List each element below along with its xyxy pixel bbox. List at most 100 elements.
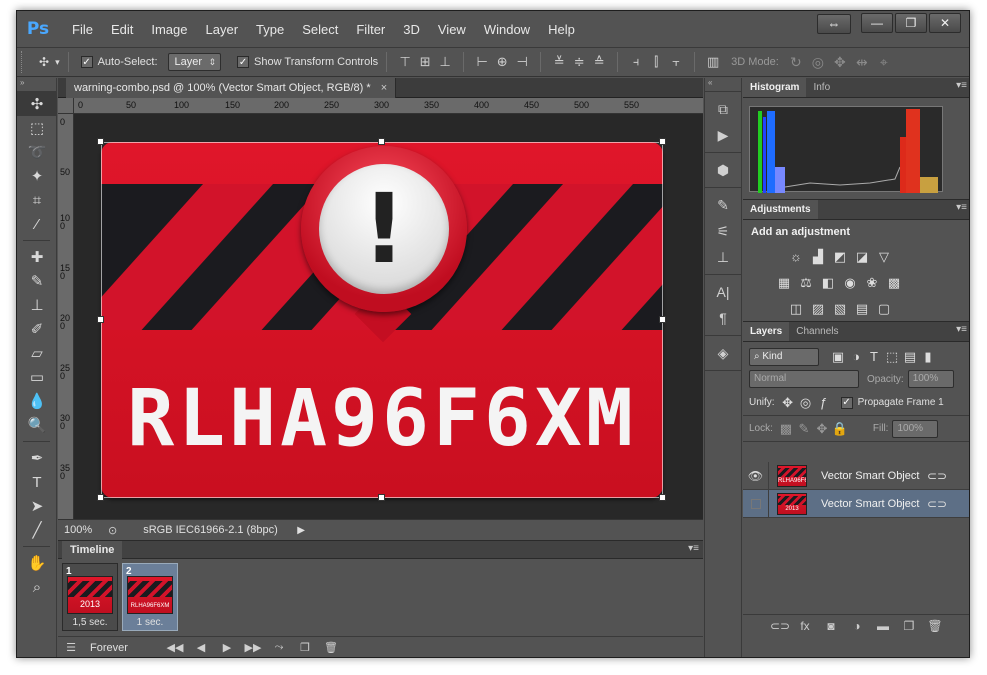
auto-select-target-dropdown[interactable]: Layer — [167, 53, 222, 71]
tab-channels[interactable]: Channels — [789, 322, 845, 341]
adjustment-layer-icon[interactable]: ◑ — [848, 619, 866, 633]
panel-menu-icon[interactable]: ▾≡ — [956, 202, 967, 213]
menu-help[interactable]: Help — [539, 22, 584, 37]
next-frame-icon[interactable]: ▶▶ — [240, 641, 266, 654]
history-brush-tool[interactable]: ✐ — [17, 317, 57, 341]
distribute-bottom-icon[interactable]: ≙ — [589, 52, 609, 72]
align-right-edges-icon[interactable]: ⊣ — [512, 52, 532, 72]
layer-item-2[interactable]: 2013 Vector Smart Object ⊂⊃ — [743, 489, 969, 518]
convert-timeline-icon[interactable]: ☰ — [58, 641, 84, 654]
align-bottom-edges-icon[interactable]: ⊥ — [435, 52, 455, 72]
menu-window[interactable]: Window — [475, 22, 539, 37]
filter-toggle-icon[interactable]: ▮ — [919, 348, 937, 366]
threshold-icon[interactable]: ▧ — [831, 300, 849, 318]
exposure-icon[interactable]: ◪ — [853, 248, 871, 266]
eraser-tool[interactable]: ▱ — [17, 341, 57, 365]
character-panel-icon[interactable]: A| — [705, 279, 741, 305]
crop-tool[interactable]: ⌗ — [17, 188, 57, 212]
menu-view[interactable]: View — [429, 22, 475, 37]
filter-adjustment-icon[interactable]: ◑ — [847, 348, 865, 366]
eye-hidden-icon[interactable] — [743, 489, 769, 518]
channel-mixer-icon[interactable]: ❀ — [863, 274, 881, 292]
lock-pixels-icon[interactable]: ✎ — [795, 420, 813, 438]
3d-panel-icon[interactable]: ⬢ — [705, 157, 741, 183]
tab-info[interactable]: Info — [806, 78, 837, 97]
lock-all-icon[interactable]: 🔒 — [831, 420, 849, 438]
curves-icon[interactable]: ◩ — [831, 248, 849, 266]
fill-field[interactable]: 100% — [892, 419, 939, 438]
gradient-map-icon[interactable]: ▤ — [853, 300, 871, 318]
maximize-button[interactable]: ❐ — [895, 13, 927, 33]
filter-kind-dropdown[interactable]: ⌕ Kind — [749, 348, 819, 366]
photo-filter-icon[interactable]: ◉ — [841, 274, 859, 292]
eye-icon[interactable]: 👁 — [743, 461, 769, 490]
distribute-top-icon[interactable]: ≚ — [549, 52, 569, 72]
distribute-left-icon[interactable]: ⫞ — [626, 52, 646, 72]
tab-histogram[interactable]: Histogram — [743, 78, 807, 97]
history-panel-icon[interactable]: ⧉ — [705, 96, 741, 122]
animation-frame-1[interactable]: 1 2013 1,5 sec. — [62, 563, 118, 631]
status-menu-arrow-icon[interactable]: ▶ — [297, 525, 305, 536]
transform-handle-top-left[interactable] — [97, 138, 104, 145]
distribute-right-icon[interactable]: ⫟ — [666, 52, 686, 72]
distribute-center-icon[interactable]: ≑ — [569, 52, 589, 72]
filter-type-icon[interactable]: T — [865, 348, 883, 366]
new-layer-icon[interactable]: ❐ — [900, 619, 918, 633]
align-horizontal-centers-icon[interactable]: ⊕ — [492, 52, 512, 72]
canvas[interactable]: ! RLHA96F6XM — [74, 114, 703, 519]
menu-filter[interactable]: Filter — [347, 22, 394, 37]
shape-tool[interactable]: ╱ — [17, 518, 57, 542]
unify-visibility-icon[interactable]: ◎ — [797, 394, 815, 412]
invert-icon[interactable]: ◫ — [787, 300, 805, 318]
move-tool-preset[interactable]: ✣ ▾ — [39, 55, 60, 69]
layer-style-icon[interactable]: fx — [796, 619, 814, 633]
transform-handle-bottom-left[interactable] — [97, 494, 104, 501]
transform-handle-right[interactable] — [659, 316, 666, 323]
layer-item-1[interactable]: 👁 RLHA96F6XM Vector Smart Object ⊂⊃ — [743, 461, 969, 490]
path-selection-tool[interactable]: ➤ — [17, 494, 57, 518]
type-tool[interactable]: T — [17, 470, 57, 494]
lasso-tool[interactable]: ➰ — [17, 140, 57, 164]
clone-source-icon[interactable]: ⊥ — [705, 244, 741, 270]
dodge-tool[interactable]: 🔍 — [17, 413, 57, 437]
move-tool[interactable]: ✣ — [17, 92, 57, 116]
actions-panel-icon[interactable]: ▶ — [705, 122, 741, 148]
close-tab-icon[interactable]: × — [381, 82, 387, 94]
frame-delay-dropdown[interactable]: 1,5 sec. — [63, 617, 117, 628]
levels-icon[interactable]: ▟ — [809, 248, 827, 266]
minimize-button[interactable]: — — [861, 13, 893, 33]
marquee-tool[interactable]: ⬚ — [17, 116, 57, 140]
panel-menu-icon[interactable]: ▾≡ — [956, 324, 967, 335]
clone-stamp-tool[interactable]: ⊥ — [17, 293, 57, 317]
vertical-ruler[interactable]: 0 50 100 150 200 250 300 350 — [58, 114, 74, 519]
document-tab[interactable]: warning-combo.psd @ 100% (Vector Smart O… — [66, 78, 397, 98]
menu-type[interactable]: Type — [247, 22, 293, 37]
healing-brush-tool[interactable]: ✚ — [17, 245, 57, 269]
arrange-documents-button[interactable]: ⇔ — [817, 14, 851, 34]
hand-tool[interactable]: ✋ — [17, 551, 57, 575]
color-lookup-icon[interactable]: ▩ — [885, 274, 903, 292]
panel-menu-icon[interactable]: ▾≡ — [956, 80, 967, 91]
transform-handle-left[interactable] — [97, 316, 104, 323]
brush-tool[interactable]: ✎ — [17, 269, 57, 293]
selective-color-icon[interactable]: ▢ — [875, 300, 893, 318]
animation-frame-2[interactable]: 2 RLHA96F6XM 1 sec. — [122, 563, 178, 631]
menu-edit[interactable]: Edit — [102, 22, 142, 37]
tween-icon[interactable]: ⤳ — [266, 641, 292, 654]
loop-options-dropdown[interactable]: Forever — [90, 642, 152, 654]
show-transform-toggle[interactable]: ✓ Show Transform Controls — [237, 56, 378, 68]
horizontal-ruler[interactable]: 0 50 100 150 200 250 300 350 400 450 500… — [74, 98, 703, 114]
paragraph-panel-icon[interactable]: ¶ — [705, 305, 741, 331]
gradient-tool[interactable]: ▭ — [17, 365, 57, 389]
close-button[interactable]: ✕ — [929, 13, 961, 33]
artwork[interactable]: ! RLHA96F6XM — [97, 138, 666, 514]
3d-cube-icon[interactable]: ◈ — [705, 340, 741, 366]
distribute-hcenter-icon[interactable]: ⫿ — [646, 52, 666, 72]
filter-pixel-icon[interactable]: ▣ — [829, 348, 847, 366]
3d-slide-icon[interactable]: ⇹ — [851, 54, 873, 71]
posterize-icon[interactable]: ▨ — [809, 300, 827, 318]
transform-handle-top-right[interactable] — [659, 138, 666, 145]
first-frame-icon[interactable]: ◀◀ — [162, 641, 188, 654]
layer-mask-icon[interactable]: ◙ — [822, 619, 840, 633]
black-white-icon[interactable]: ◧ — [819, 274, 837, 292]
